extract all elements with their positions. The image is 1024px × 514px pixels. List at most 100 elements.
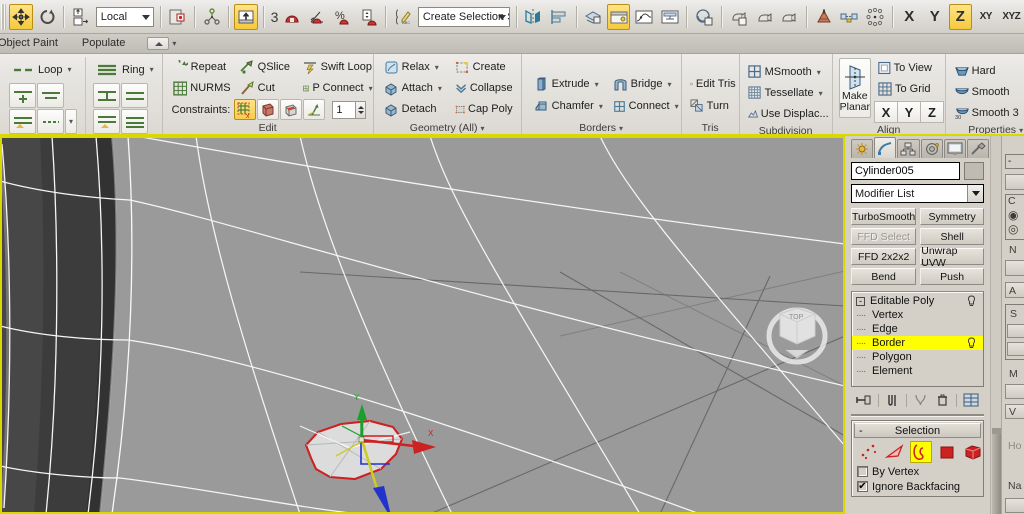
ribbon-minimize-button[interactable] — [147, 37, 170, 50]
qslice-button[interactable]: QSlice — [237, 57, 299, 77]
align-axis-x-button[interactable]: X — [874, 101, 898, 123]
chevron-down-icon[interactable] — [967, 185, 983, 202]
cap-poly-button[interactable]: Cap Poly — [452, 99, 518, 119]
edge-sub-object-icon[interactable] — [884, 441, 906, 463]
mirror-icon[interactable] — [522, 4, 546, 30]
ribbon-tab-object-paint[interactable]: Object Paint — [0, 35, 70, 52]
modifier-button-turbosmooth[interactable]: TurboSmooth — [851, 208, 917, 225]
reference-coordinate-icon[interactable] — [69, 4, 93, 30]
msmooth-caret[interactable]: ▾ — [817, 68, 821, 77]
stack-subobject-edge[interactable]: ···· Edge — [852, 322, 983, 336]
constraint-face-icon[interactable] — [280, 99, 303, 120]
particle-flow-icon[interactable] — [812, 4, 836, 30]
grow-loop-icon[interactable] — [9, 83, 36, 108]
dot-ring-icon[interactable] — [121, 109, 148, 134]
turn-button[interactable]: Turn — [687, 96, 741, 116]
perspective-viewport[interactable]: X Y Z TOP — [0, 136, 845, 514]
vertex-sub-object-icon[interactable] — [858, 441, 880, 463]
border-sub-object-icon[interactable] — [910, 441, 932, 463]
reference-coordinate-system-dropdown[interactable]: Local — [95, 6, 154, 27]
repeat-count-spinner[interactable]: 1 — [332, 100, 367, 119]
ignore-backfacing-checkbox-row[interactable]: ✔ Ignore Backfacing — [854, 479, 981, 494]
angle-snap-icon[interactable] — [306, 4, 330, 30]
array-icon[interactable] — [863, 4, 887, 30]
utilities-panel-icon[interactable] — [966, 139, 990, 158]
collapse-button[interactable]: Collapse — [452, 78, 518, 98]
align-axis-y-button[interactable]: Y — [897, 101, 921, 123]
ignore-backfacing-checkbox[interactable]: ✔ — [857, 481, 868, 492]
attach-caret[interactable]: ▾ — [438, 84, 442, 93]
sliver-button-6[interactable] — [1005, 384, 1024, 399]
use-displacement-button[interactable]: Use Displac... — [745, 104, 834, 124]
ring-icon[interactable] — [93, 57, 120, 82]
scrollbar-thumb[interactable] — [992, 434, 1001, 514]
stack-subobject-polygon[interactable]: ···· Polygon — [852, 350, 983, 364]
sliver-button-2[interactable] — [1005, 260, 1024, 276]
make-unique-icon[interactable] — [913, 392, 929, 408]
align-to-view-button[interactable]: To View — [875, 58, 937, 78]
loop-icon[interactable] — [9, 57, 36, 82]
sliver-button-1[interactable] — [1005, 174, 1024, 190]
sliver-button-5[interactable] — [1007, 342, 1024, 356]
nurms-button[interactable]: NURMS — [170, 78, 236, 98]
align-axis-z-button[interactable]: Z — [920, 101, 944, 123]
smooth-edge-button[interactable]: Smooth — [952, 82, 1024, 102]
modifier-stack[interactable]: - Editable Poly ···· Vertex ···· Edge ··… — [851, 291, 984, 387]
bridge-caret[interactable]: ▾ — [667, 80, 671, 89]
align-icon[interactable] — [547, 4, 571, 30]
object-color-swatch[interactable] — [964, 162, 984, 180]
modifier-button-push[interactable]: Push — [920, 268, 984, 285]
repeat-count-arrows[interactable] — [355, 101, 366, 118]
detach-button[interactable]: Detach — [381, 99, 451, 119]
connect-icon[interactable] — [838, 4, 862, 30]
shrink-ring-icon[interactable] — [121, 83, 148, 108]
ribbon-options-caret[interactable]: ▾ — [172, 39, 176, 48]
swift-loop-button[interactable]: Swift Loop — [300, 57, 378, 77]
tessellate-caret[interactable]: ▾ — [819, 89, 823, 98]
smooth-30-button[interactable]: 30 Smooth 3 — [952, 103, 1024, 123]
ribbon-toggle-icon[interactable] — [606, 3, 631, 30]
extrude-button[interactable]: Extrude ▾ — [531, 74, 609, 94]
chamfer-button[interactable]: Chamfer ▾ — [531, 96, 609, 116]
dot-loop-icon[interactable] — [37, 109, 64, 134]
axis-constraint-z-button[interactable]: Z — [948, 3, 973, 30]
axis-constraint-x-button[interactable]: X — [898, 4, 922, 30]
stack-subobject-vertex[interactable]: ···· Vertex — [852, 308, 983, 322]
create-button[interactable]: Create — [452, 57, 518, 77]
stack-expander-icon[interactable]: - — [856, 296, 865, 306]
loop-button[interactable]: Loop ▾ — [37, 60, 77, 80]
use-pivot-point-center-icon[interactable] — [165, 4, 189, 30]
edit-tris-button[interactable]: Edit Tris — [687, 74, 741, 94]
modifier-button-unwrap-uvw[interactable]: Unwrap UVW — [920, 245, 984, 269]
named-selection-icon[interactable]: ABC — [391, 4, 415, 30]
connect-border-button[interactable]: Connect ▾ — [610, 96, 684, 116]
repeat-button[interactable]: Repeat — [170, 57, 236, 77]
shrink-loop-icon[interactable] — [37, 83, 64, 108]
cut-button[interactable]: Cut — [237, 78, 299, 98]
rollout-minimize-marker[interactable]: - — [859, 425, 863, 437]
spinner-snap-icon[interactable] — [357, 4, 381, 30]
sliver-button-4[interactable] — [1007, 324, 1024, 338]
modifier-button-shell[interactable]: Shell — [920, 228, 984, 245]
axis-constraint-xyz-button[interactable]: XYZ — [1000, 4, 1024, 30]
attach-button[interactable]: Attach ▾ — [381, 78, 451, 98]
by-vertex-checkbox-row[interactable]: By Vertex — [854, 464, 981, 479]
show-end-result-icon[interactable] — [884, 392, 900, 408]
relax-caret[interactable]: ▾ — [435, 63, 439, 72]
select-and-rotate-icon[interactable] — [35, 4, 59, 30]
element-sub-object-icon[interactable] — [962, 441, 984, 463]
command-panel-scrollbar[interactable] — [991, 136, 1002, 514]
stack-subobject-border[interactable]: ···· Border — [852, 336, 983, 350]
hierarchy-panel-icon[interactable] — [897, 139, 920, 158]
sliver-radio-1[interactable]: ◉ — [1008, 208, 1018, 222]
paint-connect-button[interactable]: P Connect ▾ — [300, 78, 378, 98]
constraint-none-icon[interactable]: x — [234, 99, 257, 120]
modifier-button-symmetry[interactable]: Symmetry — [920, 208, 984, 225]
make-planar-button[interactable]: Make Planar — [838, 58, 871, 118]
msmooth-button[interactable]: MSmooth ▾ — [745, 62, 834, 82]
tessellate-button[interactable]: Tessellate ▾ — [745, 83, 834, 103]
remove-modifier-icon[interactable] — [935, 392, 951, 408]
modifier-list-dropdown[interactable]: Modifier List — [851, 184, 984, 203]
display-panel-icon[interactable] — [943, 139, 966, 158]
ribbon-tab-populate[interactable]: Populate — [70, 35, 137, 52]
